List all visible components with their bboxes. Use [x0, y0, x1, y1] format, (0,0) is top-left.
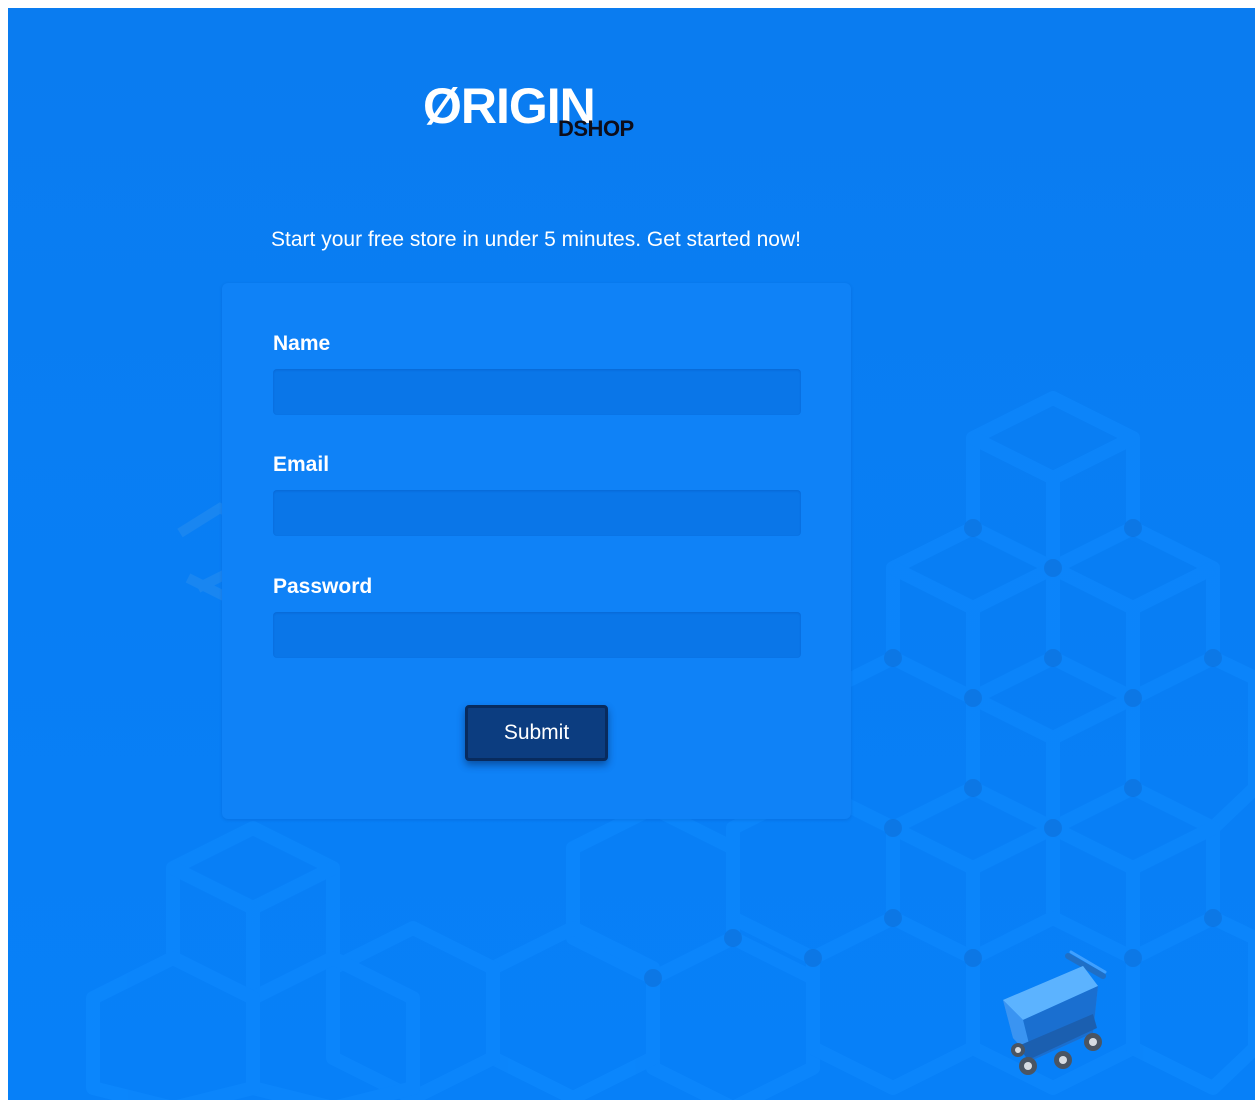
logo-sub-text: DSHOP	[558, 116, 634, 141]
name-label: Name	[273, 332, 331, 355]
password-label: Password	[273, 575, 373, 598]
signup-form: Name Email Password Submit	[222, 283, 851, 819]
origin-dshop-logo: ØRIGIN DSHOP	[423, 78, 663, 148]
email-input[interactable]	[273, 490, 801, 536]
name-input[interactable]	[273, 369, 801, 415]
shopping-cart-icon	[1003, 950, 1107, 1075]
email-label: Email	[273, 453, 330, 476]
submit-button[interactable]: Submit	[465, 705, 608, 761]
page-background: ØRIGIN DSHOP Start your free store in un…	[8, 8, 1255, 1100]
password-input[interactable]	[273, 612, 801, 658]
tagline: Start your free store in under 5 minutes…	[271, 228, 801, 251]
